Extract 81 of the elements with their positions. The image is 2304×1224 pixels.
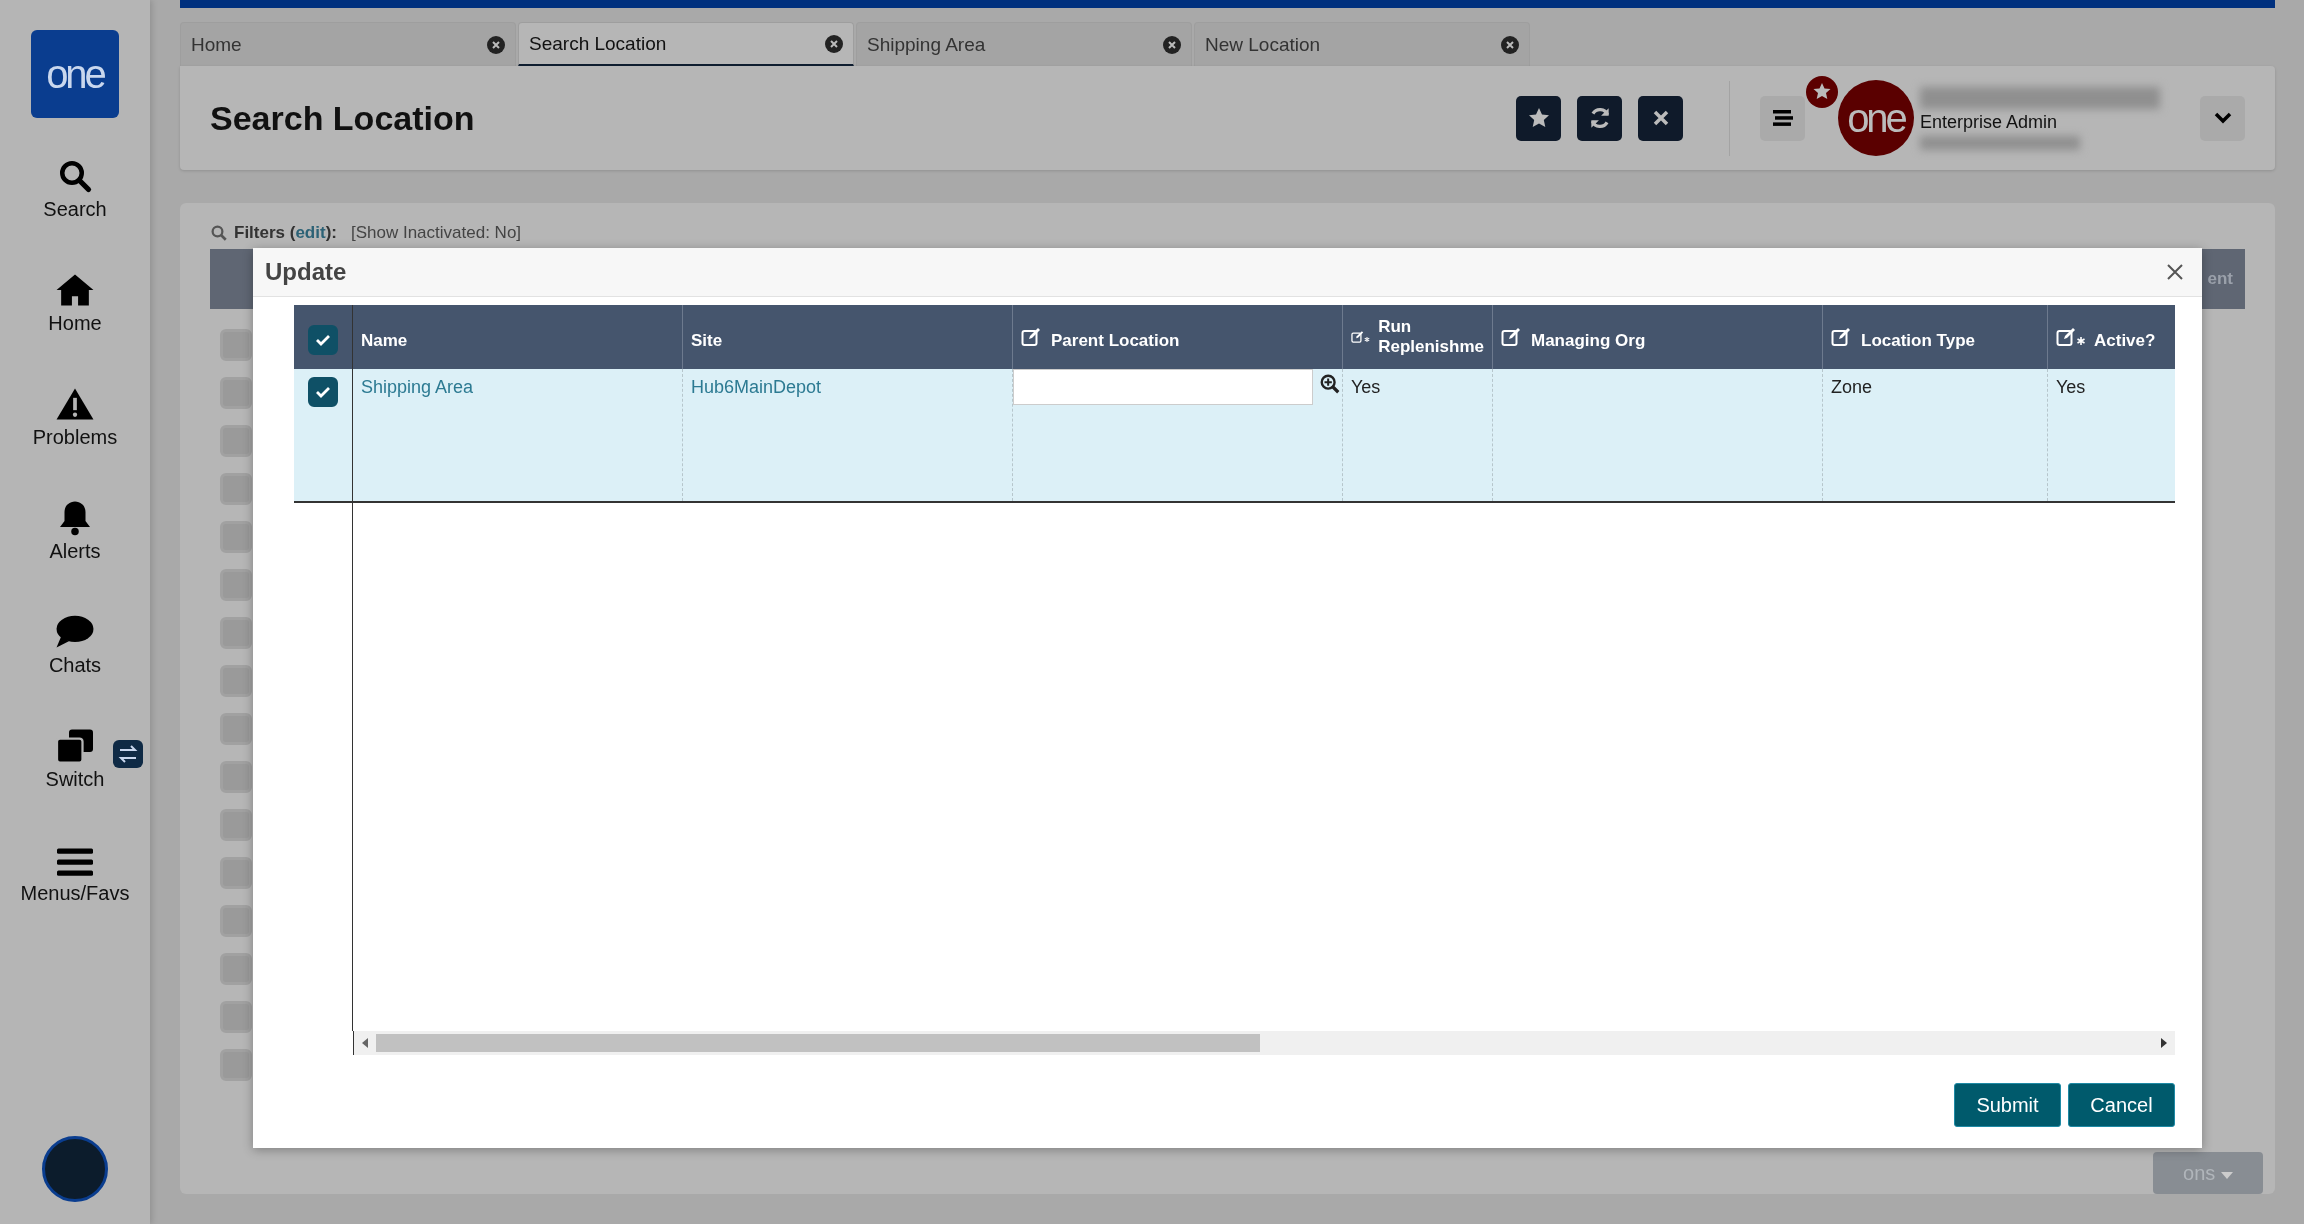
checkbox[interactable] <box>220 713 252 745</box>
tab[interactable]: Home <box>180 22 516 66</box>
row-checkbox[interactable] <box>308 377 338 407</box>
checkbox[interactable] <box>220 761 252 793</box>
checkbox[interactable] <box>220 1001 252 1033</box>
filters-label-end: ): <box>325 223 337 243</box>
close-icon[interactable] <box>487 35 505 54</box>
edit-icon <box>1021 327 1043 347</box>
table-cell: Zone <box>1831 377 1873 398</box>
checkbox[interactable] <box>220 521 252 553</box>
windows-icon <box>55 728 95 764</box>
checkbox[interactable] <box>220 953 252 985</box>
select-all-checkbox[interactable] <box>308 325 338 355</box>
sidebar-item[interactable]: Switch <box>0 702 150 816</box>
column-header[interactable]: Active? <box>2048 305 2175 369</box>
close-button[interactable] <box>1638 95 1683 141</box>
checkbox[interactable] <box>220 473 252 505</box>
table-cell: Yes <box>2056 377 2086 398</box>
star-icon <box>1526 106 1551 130</box>
home-icon <box>55 272 95 308</box>
checkbox[interactable] <box>220 617 252 649</box>
search-icon <box>210 224 228 242</box>
company-logo: one <box>1838 80 1914 156</box>
bell-icon <box>58 500 92 536</box>
horizontal-scrollbar[interactable] <box>353 1031 2175 1055</box>
star-badge-icon <box>1806 76 1838 108</box>
checkbox[interactable] <box>220 1049 252 1081</box>
tab[interactable]: Shipping Area <box>856 22 1192 66</box>
close-icon[interactable] <box>1501 35 1519 54</box>
sidebar-item[interactable]: Home <box>0 246 150 360</box>
edit-icon <box>1831 327 1853 347</box>
user-role: Enterprise Admin <box>1920 110 2059 134</box>
table-cell: Yes <box>1351 377 1381 398</box>
chevron-down-icon <box>2213 112 2232 124</box>
checkbox[interactable] <box>220 329 252 361</box>
favorite-button[interactable] <box>1516 95 1561 141</box>
close-icon <box>2166 263 2184 281</box>
sidebar-item[interactable]: Menus/Favs <box>0 816 150 930</box>
checkbox[interactable] <box>220 857 252 889</box>
dialog-button[interactable]: Submit <box>1954 1083 2061 1127</box>
table-cell-link[interactable]: Hub6MainDepot <box>691 377 822 398</box>
menu-icon <box>1770 108 1795 128</box>
app-logo[interactable]: one <box>31 30 119 118</box>
search-icon <box>57 158 93 194</box>
checkbox[interactable] <box>220 377 252 409</box>
swap-arrows-icon[interactable] <box>113 740 143 768</box>
user-menu-button[interactable] <box>2200 95 2245 141</box>
sidebar-item[interactable]: Alerts <box>0 474 150 588</box>
checkbox[interactable] <box>220 425 252 457</box>
checkbox[interactable] <box>220 905 252 937</box>
page-title: Search Location <box>210 98 476 138</box>
menu-button[interactable] <box>1760 95 1805 141</box>
scroll-left-icon[interactable] <box>360 1037 370 1049</box>
check-icon <box>315 386 331 398</box>
warning-icon <box>55 386 95 422</box>
column-header: ent <box>2207 269 2233 289</box>
zoom-in-icon[interactable] <box>1319 373 1341 395</box>
edit-icon <box>1501 327 1523 347</box>
sidebar-item[interactable]: Chats <box>0 588 150 702</box>
chat-bubble-icon <box>55 614 95 650</box>
dialog-title: Update <box>265 258 347 286</box>
table-cell-link[interactable]: Shipping Area <box>361 377 474 398</box>
checkbox[interactable] <box>220 665 252 697</box>
dialog-button[interactable]: Cancel <box>2068 1083 2175 1127</box>
scroll-right-icon[interactable] <box>2159 1037 2169 1049</box>
refresh-button[interactable] <box>1577 95 1622 141</box>
sidebar-item[interactable]: Problems <box>0 360 150 474</box>
sidebar-item[interactable]: Search <box>0 132 150 246</box>
required-edit-icon <box>2056 327 2086 347</box>
check-icon <box>315 334 331 346</box>
checkbox[interactable] <box>220 569 252 601</box>
filters-label: Filters ( <box>234 223 296 243</box>
close-icon[interactable] <box>1163 35 1181 54</box>
tab[interactable]: Search Location <box>518 22 854 66</box>
lookup-field[interactable] <box>1013 369 1313 405</box>
menu-icon <box>57 846 93 878</box>
tab[interactable]: New Location <box>1194 22 1530 66</box>
close-icon[interactable] <box>825 34 843 53</box>
checkbox[interactable] <box>220 809 252 841</box>
filter-summary: [Show Inactivated: No] <box>350 223 522 243</box>
caret-down-icon <box>2220 1171 2233 1180</box>
